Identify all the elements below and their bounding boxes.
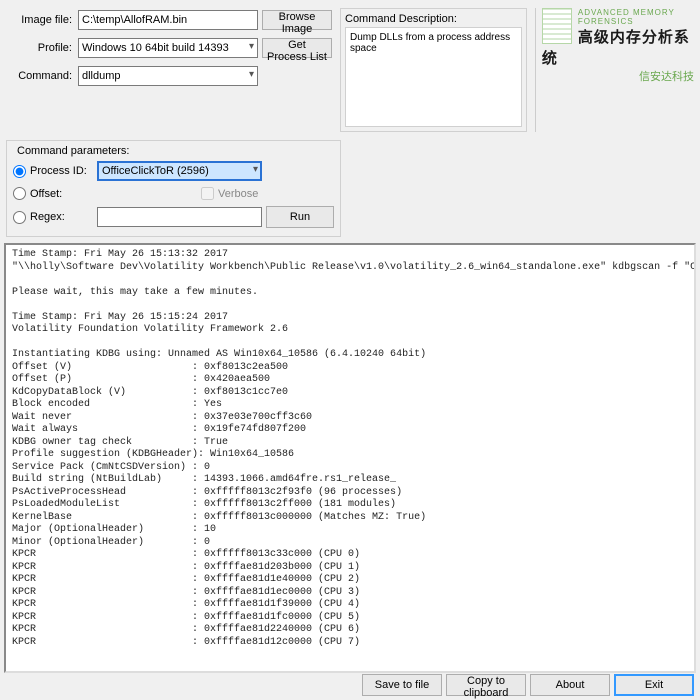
footer-buttons: Save to file Copy to clipboard About Exi… xyxy=(362,674,694,696)
command-description-panel: Command Description: Dump DLLs from a pr… xyxy=(340,8,527,132)
command-select[interactable] xyxy=(78,66,258,86)
command-parameters-legend: Command parameters: xyxy=(13,145,134,157)
process-id-radio-input[interactable] xyxy=(13,165,26,178)
brand-panel: ADVANCED MEMORY FORENSICS 高级内存分析系统 信安达科技 xyxy=(535,8,694,132)
exit-button[interactable]: Exit xyxy=(614,674,694,696)
command-description-header: Command Description: xyxy=(345,13,522,25)
command-label: Command: xyxy=(6,70,74,82)
image-file-label: Image file: xyxy=(6,14,74,26)
regex-radio[interactable]: Regex: xyxy=(13,211,93,224)
offset-radio-input[interactable] xyxy=(13,187,26,200)
command-parameters-group: Command parameters: Process ID: Offset: … xyxy=(6,140,341,237)
about-button[interactable]: About xyxy=(530,674,610,696)
run-button[interactable]: Run xyxy=(266,206,334,228)
get-process-list-button[interactable]: Get Process List xyxy=(262,38,332,58)
process-id-label: Process ID: xyxy=(30,165,87,177)
profile-select[interactable] xyxy=(78,38,258,58)
regex-input[interactable] xyxy=(97,207,262,227)
verbose-checkbox xyxy=(201,187,214,200)
browse-image-button[interactable]: Browse Image xyxy=(262,10,332,30)
regex-label: Regex: xyxy=(30,211,65,223)
process-id-select[interactable] xyxy=(97,161,262,181)
command-description-text: Dump DLLs from a process address space xyxy=(345,27,522,127)
copy-to-clipboard-button[interactable]: Copy to clipboard xyxy=(446,674,526,696)
offset-radio[interactable]: Offset: xyxy=(13,187,93,200)
profile-label: Profile: xyxy=(6,42,74,54)
regex-radio-input[interactable] xyxy=(13,211,26,224)
save-to-file-button[interactable]: Save to file xyxy=(362,674,442,696)
image-file-input[interactable] xyxy=(78,10,258,30)
brand-company: 信安达科技 xyxy=(542,68,694,84)
verbose-label: Verbose xyxy=(218,188,258,200)
offset-label: Offset: xyxy=(30,188,62,200)
process-id-radio[interactable]: Process ID: xyxy=(13,165,93,178)
output-console[interactable]: Time Stamp: Fri May 26 15:13:32 2017 "\\… xyxy=(4,243,696,673)
